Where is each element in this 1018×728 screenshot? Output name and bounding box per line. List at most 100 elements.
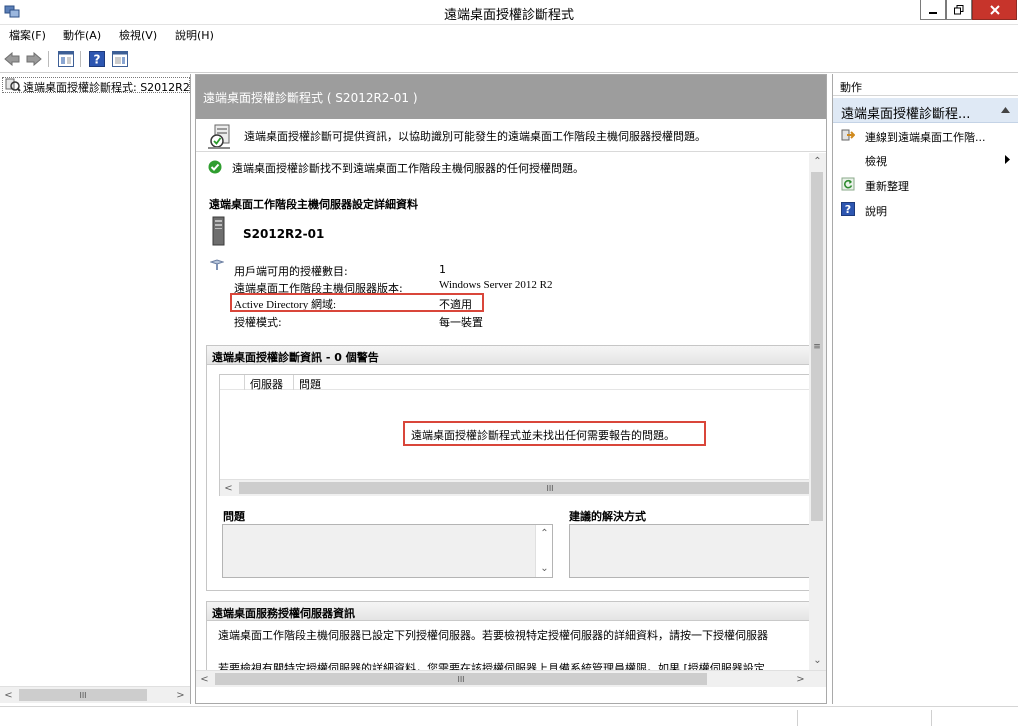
back-button[interactable] — [3, 50, 21, 67]
refresh-icon — [841, 177, 855, 191]
scroll-down-icon[interactable]: ⌄ — [536, 560, 553, 577]
scroll-left-icon[interactable]: < — [196, 671, 213, 687]
show-hide-tree-button[interactable] — [57, 50, 75, 67]
show-hide-action-pane-button[interactable] — [111, 50, 129, 67]
problem-scrollbar[interactable]: ⌃ ⌄ — [535, 525, 552, 577]
action-help[interactable]: ? 說明 — [833, 200, 1018, 220]
results-pane: 遠端桌面授權診斷程式 ( S2012R2-01 ) 遠端桌面授權診斷可提供資訊，… — [195, 74, 827, 704]
detail-label-mode: 授權模式: — [234, 316, 282, 329]
forward-button[interactable] — [25, 50, 43, 67]
svg-text:?: ? — [845, 203, 851, 216]
results-vertical-scrollbar[interactable]: ⌃ ≡ ⌄ — [809, 153, 826, 670]
scroll-right-icon[interactable]: > — [792, 671, 809, 687]
license-server-header: 遠端桌面服務授權伺服器資訊 — [207, 602, 809, 621]
diagnostic-info-section: 遠端桌面授權診斷資訊 - 0 個警告 伺服器 問題 < III 遠端桌面授權診斷… — [206, 345, 809, 591]
column-header-server[interactable]: 伺服器 — [250, 376, 283, 392]
intro-text: 遠端桌面授權診斷可提供資訊，以協助識別可能發生的遠端桌面工作階段主機伺服器授權問… — [244, 130, 706, 143]
detail-value-licenses: 1 — [439, 263, 446, 276]
action-view[interactable]: 檢視 — [833, 150, 1018, 170]
help-toolbar-button[interactable]: ? — [88, 50, 106, 67]
collapse-up-icon[interactable] — [1001, 107, 1010, 113]
console-tree: 遠端桌面授權診斷程式: S2012R2-01 < III > — [0, 74, 191, 704]
close-button[interactable] — [972, 0, 1017, 20]
scroll-thumb[interactable]: III — [239, 482, 809, 494]
solution-label: 建議的解決方式 — [569, 510, 646, 523]
scroll-thumb[interactable]: III — [215, 673, 707, 685]
help-icon: ? — [841, 202, 855, 216]
info-icon — [210, 259, 224, 270]
scroll-left-icon[interactable]: < — [0, 687, 17, 703]
tree-horizontal-scrollbar[interactable]: < III > — [0, 686, 190, 703]
problem-label: 問題 — [223, 510, 245, 523]
scroll-up-icon[interactable]: ⌃ — [536, 525, 553, 542]
license-server-section: 遠端桌面服務授權伺服器資訊 遠端桌面工作階段主機伺服器已設定下列授權伺服器。若要… — [206, 601, 809, 670]
menu-help[interactable]: 說明(H) — [175, 27, 214, 43]
svg-text:?: ? — [94, 52, 101, 66]
status-bar — [0, 706, 1018, 728]
tree-item-root[interactable]: 遠端桌面授權診斷程式: S2012R2-01 — [2, 77, 190, 93]
submenu-arrow-icon — [1005, 155, 1010, 164]
back-arrow-icon — [4, 51, 20, 66]
results-content: 遠端桌面授權診斷找不到遠端桌面工作階段主機伺服器的任何授權問題。 遠端桌面工作階… — [196, 153, 809, 670]
actions-subheader-title: 遠端桌面授權診斷程... — [841, 107, 971, 122]
menu-action[interactable]: 動作(A) — [63, 27, 101, 43]
diagnostic-info-header: 遠端桌面授權診斷資訊 - 0 個警告 — [207, 346, 809, 365]
minimize-icon — [929, 11, 937, 14]
actions-header: 動作 — [833, 74, 1018, 96]
actions-pane: 動作 遠端桌面授權診斷程... 連線到遠端桌面工作階... 檢視 重新整理 ? … — [832, 74, 1018, 704]
highlight-box-domain — [230, 293, 484, 312]
diagnostic-list-scrollbar[interactable]: < III — [220, 479, 809, 496]
help-icon: ? — [89, 50, 105, 67]
highlight-box-no-issues: 遠端桌面授權診斷程式並未找出任何需要報告的問題。 — [403, 421, 706, 446]
action-view-label: 檢視 — [865, 155, 887, 168]
action-connect[interactable]: 連線到遠端桌面工作階... — [833, 126, 1018, 146]
menu-bar: 檔案(F) 動作(A) 檢視(V) 說明(H) — [0, 25, 1018, 43]
status-divider — [931, 710, 932, 726]
close-icon — [989, 4, 1000, 15]
title-bar: 遠端桌面授權診斷程式 — [0, 0, 1018, 25]
problem-textbox[interactable]: ⌃ ⌄ — [222, 524, 553, 578]
action-refresh[interactable]: 重新整理 — [833, 175, 1018, 195]
action-help-label: 說明 — [865, 205, 887, 218]
results-header: 遠端桌面授權診斷程式 ( S2012R2-01 ) — [196, 75, 826, 119]
config-details-title: 遠端桌面工作階段主機伺服器設定詳細資料 — [209, 198, 418, 211]
minimize-button[interactable] — [920, 0, 946, 20]
toolbar-separator — [48, 51, 49, 67]
results-header-title: 遠端桌面授權診斷程式 ( S2012R2-01 ) — [203, 91, 418, 105]
results-horizontal-scrollbar[interactable]: < III > — [196, 670, 826, 687]
tree-item-label: 遠端桌面授權診斷程式: S2012R2-01 — [23, 81, 190, 93]
scroll-thumb[interactable]: ≡ — [811, 172, 823, 521]
restore-icon — [954, 4, 964, 14]
forward-arrow-icon — [26, 51, 42, 66]
actions-subheader[interactable]: 遠端桌面授權診斷程... — [833, 98, 1018, 123]
scroll-up-icon[interactable]: ⌃ — [809, 153, 826, 170]
scroll-left-icon[interactable]: < — [220, 480, 237, 496]
scroll-down-icon[interactable]: ⌄ — [809, 652, 826, 669]
connect-icon — [841, 129, 855, 141]
server-name: S2012R2-01 — [243, 227, 325, 241]
menu-view[interactable]: 檢視(V) — [119, 27, 157, 43]
license-server-title: 遠端桌面服務授權伺服器資訊 — [212, 607, 355, 620]
status-message: 遠端桌面授權診斷找不到遠端桌面工作階段主機伺服器的任何授權問題。 — [232, 162, 584, 175]
detail-value-mode: 每一裝置 — [439, 316, 483, 329]
license-server-text-2: 若要檢視有關特定授權伺服器的詳細資料，您需要在該授權伺服器上具備系統管理員權限。… — [218, 662, 765, 670]
column-header-problem[interactable]: 問題 — [299, 376, 321, 392]
detail-label-licenses: 用戶端可用的授權數目: — [234, 265, 348, 278]
scroll-thumb[interactable]: III — [19, 689, 147, 701]
server-icon — [212, 216, 225, 246]
toolbar: ? — [0, 44, 1018, 73]
status-divider — [797, 710, 798, 726]
solution-textbox[interactable] — [569, 524, 809, 578]
console-tree-icon — [58, 50, 74, 67]
action-refresh-label: 重新整理 — [865, 180, 909, 193]
detail-value-version: Windows Server 2012 R2 — [439, 279, 553, 291]
scroll-right-icon[interactable]: > — [172, 687, 189, 703]
actions-header-title: 動作 — [840, 81, 862, 94]
no-issues-message: 遠端桌面授權診斷程式並未找出任何需要報告的問題。 — [411, 429, 675, 442]
license-server-text-1: 遠端桌面工作階段主機伺服器已設定下列授權伺服器。若要檢視特定授權伺服器的詳細資料… — [218, 629, 768, 642]
action-connect-label: 連線到遠端桌面工作階... — [865, 131, 986, 144]
action-pane-icon — [112, 50, 128, 67]
menu-file[interactable]: 檔案(F) — [9, 27, 46, 43]
toolbar-separator — [80, 51, 81, 67]
maximize-button[interactable] — [946, 0, 972, 20]
